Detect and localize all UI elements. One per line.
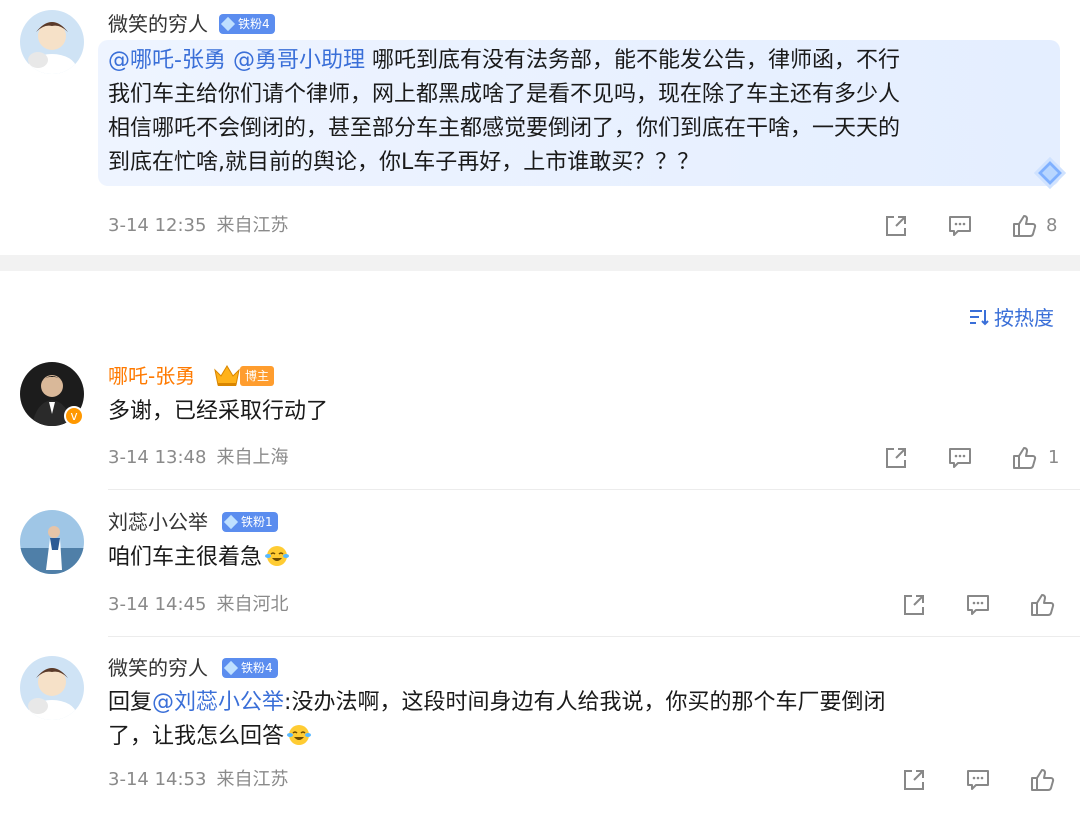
comment-button[interactable]: [964, 591, 992, 619]
comment-line-4: 到底在忙啥,就目前的舆论，你L车子再好，上市谁敢买？？？: [108, 150, 700, 175]
location: 来自河北: [216, 594, 289, 615]
blogger-badge: 博主: [240, 366, 275, 386]
comment-line-3: 相信哪吒不会倒闭的，甚至部分车主都感觉要倒闭了，你们到底在干啥，一天天的: [108, 116, 901, 141]
sort-label: 按热度: [994, 306, 1054, 330]
timestamp: 3-14 14:53: [108, 769, 207, 790]
like-button[interactable]: [1028, 591, 1056, 619]
mention-link[interactable]: @哪吒-张勇: [108, 48, 226, 73]
share-button[interactable]: [882, 444, 910, 472]
diamond-icon: [223, 660, 239, 676]
like-count: 8: [1046, 215, 1058, 236]
timestamp: 3-14 14:45: [108, 594, 207, 615]
like-count: 1: [1048, 447, 1060, 468]
comment-icon: [967, 595, 989, 615]
fan-badge: 铁粉4: [222, 658, 278, 678]
like-button[interactable]: [1010, 212, 1038, 240]
laugh-cry-emoji-icon: [286, 723, 312, 747]
thumbs-up-icon: [1013, 215, 1037, 237]
sort-by-hot-button[interactable]: 按热度: [968, 302, 1054, 331]
share-icon: [886, 448, 906, 468]
fan-badge-label: 铁粉4: [238, 17, 270, 31]
comment-icon: [949, 216, 971, 236]
section-separator: [0, 255, 1080, 271]
verified-badge-icon: v: [64, 406, 84, 426]
comment-button[interactable]: [946, 444, 974, 472]
like-button[interactable]: [1028, 766, 1056, 794]
reply-text: 咱们车主很着急: [108, 541, 290, 575]
reply-divider: [108, 636, 1080, 637]
timestamp: 3-14 13:48: [108, 447, 207, 468]
diamond-icon: [220, 16, 236, 32]
comment-line-2: 我们车主给你们请个律师，网上都黑成啥了是看不见吗，现在除了车主还有多少人: [108, 82, 901, 107]
avatar[interactable]: [20, 10, 84, 74]
share-button[interactable]: [900, 591, 928, 619]
share-icon: [886, 216, 906, 236]
like-button[interactable]: [1010, 444, 1038, 472]
reply-text-content: 咱们车主很着急: [108, 545, 263, 570]
laugh-cry-emoji-icon: [264, 544, 290, 568]
fan-badge: 铁粉1: [222, 512, 278, 532]
share-icon: [904, 595, 924, 615]
username[interactable]: 哪吒-张勇: [108, 362, 195, 390]
reply-text: 回复@刘蕊小公举:没办法啊，这段时间身边有人给我说，你买的那个车厂要倒闭 了，让…: [108, 686, 1038, 754]
share-button[interactable]: [900, 766, 928, 794]
comment-button[interactable]: [964, 766, 992, 794]
timestamp: 3-14 12:35: [108, 215, 207, 236]
reply-divider: [108, 489, 1080, 490]
reply-meta: 3-14 14:53 来自江苏: [108, 768, 288, 792]
reply-line-2: 了，让我怎么回答: [108, 720, 1038, 754]
reply-text-content: 了，让我怎么回答: [108, 724, 285, 749]
thumbs-up-icon: [1013, 447, 1037, 469]
comment-meta: 3-14 12:35 来自江苏: [108, 214, 288, 238]
comment-segment: 哪吒到底有没有法务部，能不能发公告，律师函，不行: [364, 48, 900, 73]
diamond-icon: [223, 514, 239, 530]
share-button[interactable]: [882, 212, 910, 240]
comment-button[interactable]: [946, 212, 974, 240]
location: 来自江苏: [216, 769, 289, 790]
reply-line-1: 回复@刘蕊小公举:没办法啊，这段时间身边有人给我说，你买的那个车厂要倒闭: [108, 686, 1038, 720]
avatar[interactable]: [20, 510, 84, 574]
comment-text: @哪吒-张勇 @勇哥小助理 哪吒到底有没有法务部，能不能发公告，律师函，不行 我…: [108, 44, 1048, 180]
sort-icon: [970, 309, 989, 325]
avatar[interactable]: [20, 656, 84, 720]
blogger-badge-label: 博主: [245, 369, 270, 383]
reply-text: 多谢，已经采取行动了: [108, 399, 329, 424]
username[interactable]: 刘蕊小公举: [108, 508, 208, 536]
comment-icon: [949, 448, 971, 468]
reply-meta: 3-14 13:48 来自上海: [108, 446, 288, 470]
fan-badge-label: 铁粉4: [241, 661, 273, 675]
share-icon: [904, 770, 924, 790]
reply-text-content: :没办法啊，这段时间身边有人给我说，你买的那个车厂要倒闭: [284, 690, 886, 715]
comment-icon: [967, 770, 989, 790]
username[interactable]: 微笑的穷人: [108, 10, 208, 38]
comment-line-1: @哪吒-张勇 @勇哥小助理 哪吒到底有没有法务部，能不能发公告，律师函，不行: [108, 44, 1048, 78]
mention-link[interactable]: @勇哥小助理: [233, 48, 365, 73]
crown-icon: [214, 365, 240, 386]
fan-badge-label: 铁粉1: [241, 515, 273, 529]
location: 来自江苏: [216, 215, 289, 236]
thumbs-up-icon: [1031, 594, 1055, 616]
location: 来自上海: [216, 447, 289, 468]
fan-badge: 铁粉4: [219, 14, 275, 34]
reply-prefix: 回复: [108, 690, 153, 715]
username[interactable]: 微笑的穷人: [108, 654, 208, 682]
mention-link[interactable]: @刘蕊小公举: [152, 690, 284, 715]
reply-meta: 3-14 14:45 来自河北: [108, 593, 288, 617]
thumbs-up-icon: [1031, 769, 1055, 791]
